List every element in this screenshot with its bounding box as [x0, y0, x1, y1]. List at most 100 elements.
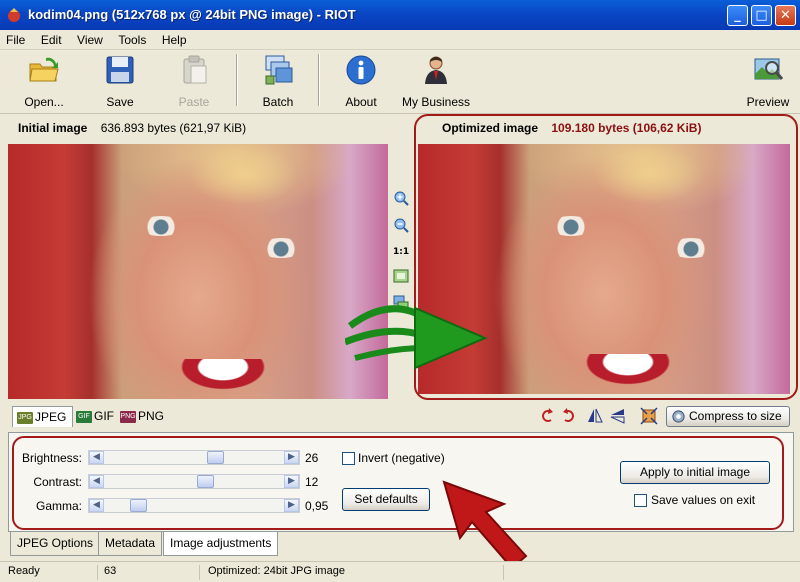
brightness-increase-arrow[interactable]: ▶	[284, 451, 299, 464]
photo-mouth	[163, 359, 283, 399]
gamma-decrease-arrow[interactable]: ◀	[89, 499, 104, 512]
flip-vertical-icon[interactable]	[608, 406, 626, 426]
contrast-slider[interactable]: ◀ ▶	[88, 474, 300, 489]
apply-to-initial-image-button[interactable]: Apply to initial image	[620, 461, 770, 484]
paste-label: Paste	[178, 95, 210, 109]
info-icon	[346, 55, 376, 85]
tab-image-adjustments[interactable]: Image adjustments	[163, 532, 279, 556]
brightness-value: 26	[305, 451, 319, 465]
paste-clipboard-icon	[183, 55, 207, 84]
optimized-image-label: Optimized image	[442, 121, 539, 135]
flip-horizontal-icon[interactable]	[586, 406, 604, 426]
contrast-value: 12	[305, 475, 319, 489]
format-tab-row: JPG JPEG GIF GIF PNG PNG Compress to size	[0, 403, 800, 430]
save-values-label: Save values on exit	[651, 493, 756, 507]
rotate-right-icon[interactable]	[560, 406, 578, 426]
status-quality: 63	[100, 565, 200, 580]
minimize-button[interactable]: _	[727, 5, 748, 26]
compress-to-size-button[interactable]: Compress to size	[666, 406, 790, 427]
optimized-image-size: 109.180 bytes (106,62 KiB)	[551, 121, 702, 135]
about-label: About	[345, 95, 377, 109]
toolbar-separator	[318, 54, 320, 106]
brightness-decrease-arrow[interactable]: ◀	[89, 451, 104, 464]
menu-edit[interactable]: Edit	[35, 30, 68, 47]
save-button[interactable]: Save	[98, 54, 142, 109]
tab-metadata[interactable]: Metadata	[98, 532, 163, 556]
rotate-left-icon[interactable]	[538, 406, 556, 426]
preview-magnifier-icon	[754, 58, 784, 80]
gamma-slider[interactable]: ◀ ▶	[88, 498, 300, 513]
initial-image-label: Initial image	[18, 121, 88, 135]
photo-eye	[668, 238, 714, 258]
tab-jpeg-options[interactable]: JPEG Options	[10, 532, 101, 556]
gamma-increase-arrow[interactable]: ▶	[284, 499, 299, 512]
window-title: kodim04.png (512x768 px @ 24bit PNG imag…	[28, 7, 356, 22]
open-label: Open...	[24, 95, 64, 109]
zoom-in-icon[interactable]	[393, 190, 409, 206]
brightness-label: Brightness:	[21, 451, 82, 465]
save-values-checkbox[interactable]	[634, 494, 647, 507]
tab-gif-label: GIF	[94, 409, 114, 423]
crop-resize-icon[interactable]	[640, 406, 658, 426]
status-bar: Ready 63 Optimized: 24bit JPG image	[0, 561, 800, 582]
open-folder-icon	[29, 57, 59, 82]
compress-gear-icon	[672, 410, 685, 423]
jpg-badge-icon: JPG	[17, 411, 33, 424]
tab-gif[interactable]: GIF GIF	[72, 406, 120, 427]
preview-button[interactable]: Preview	[744, 54, 792, 109]
bottom-tab-row: JPEG Options Metadata Image adjustments	[8, 532, 794, 558]
toolbar: Open... Save Paste Batch About My Busine…	[0, 50, 800, 114]
png-badge-icon: PNG	[120, 410, 136, 423]
initial-image-header: Initial image 636.893 bytes (621,97 KiB)	[18, 121, 246, 141]
initial-image-size: 636.893 bytes (621,97 KiB)	[100, 121, 247, 135]
tab-png[interactable]: PNG PNG	[116, 406, 170, 427]
my-business-button[interactable]: My Business	[400, 54, 472, 109]
menu-bar: File Edit View Tools Help	[0, 30, 800, 50]
business-man-icon	[425, 56, 447, 84]
gamma-value: 0,95	[305, 499, 329, 513]
riot-app-icon	[8, 8, 20, 22]
contrast-decrease-arrow[interactable]: ◀	[89, 475, 104, 488]
initial-image-view[interactable]	[8, 144, 388, 399]
photo-eye	[258, 238, 304, 258]
photo-eye	[548, 216, 594, 236]
menu-file[interactable]: File	[0, 30, 31, 47]
menu-help[interactable]: Help	[156, 30, 193, 47]
save-disk-icon	[106, 56, 134, 84]
close-button[interactable]: ✕	[775, 5, 796, 26]
preview-label: Preview	[746, 95, 790, 109]
gamma-slider-thumb[interactable]	[130, 499, 147, 512]
tab-png-label: PNG	[138, 409, 165, 423]
my-business-label: My Business	[401, 95, 471, 109]
about-button[interactable]: About	[338, 54, 384, 109]
tab-jpeg[interactable]: JPG JPEG	[12, 406, 74, 427]
save-label: Save	[106, 95, 134, 109]
menu-tools[interactable]: Tools	[112, 30, 152, 47]
zoom-actual-size-button[interactable]: 1:1	[393, 244, 409, 260]
brightness-slider-thumb[interactable]	[207, 451, 224, 464]
contrast-increase-arrow[interactable]: ▶	[284, 475, 299, 488]
batch-images-icon	[265, 55, 293, 85]
menu-view[interactable]: View	[71, 30, 109, 47]
optimized-image-header: Optimized image 109.180 bytes (106,62 Ki…	[442, 121, 701, 141]
open-button[interactable]: Open...	[18, 54, 70, 109]
zoom-out-icon[interactable]	[393, 217, 409, 233]
batch-label: Batch	[262, 95, 294, 109]
contrast-slider-thumb[interactable]	[197, 475, 214, 488]
status-info: Optimized: 24bit JPG image	[204, 565, 504, 580]
status-state: Ready	[4, 565, 98, 580]
invert-label: Invert (negative)	[358, 451, 445, 465]
initial-photo	[8, 144, 388, 399]
fit-image-icon[interactable]	[393, 268, 409, 284]
compress-to-size-label: Compress to size	[689, 409, 782, 423]
set-defaults-button[interactable]: Set defaults	[342, 488, 430, 511]
brightness-slider[interactable]: ◀ ▶	[88, 450, 300, 465]
gamma-label: Gamma:	[35, 499, 82, 513]
maximize-button[interactable]: □	[751, 5, 772, 26]
paste-button[interactable]: Paste	[172, 54, 216, 109]
contrast-label: Contrast:	[33, 475, 82, 489]
batch-button[interactable]: Batch	[255, 54, 301, 109]
photo-mouth	[568, 354, 688, 394]
invert-checkbox[interactable]	[342, 452, 355, 465]
green-arrow-graphic	[345, 305, 488, 370]
